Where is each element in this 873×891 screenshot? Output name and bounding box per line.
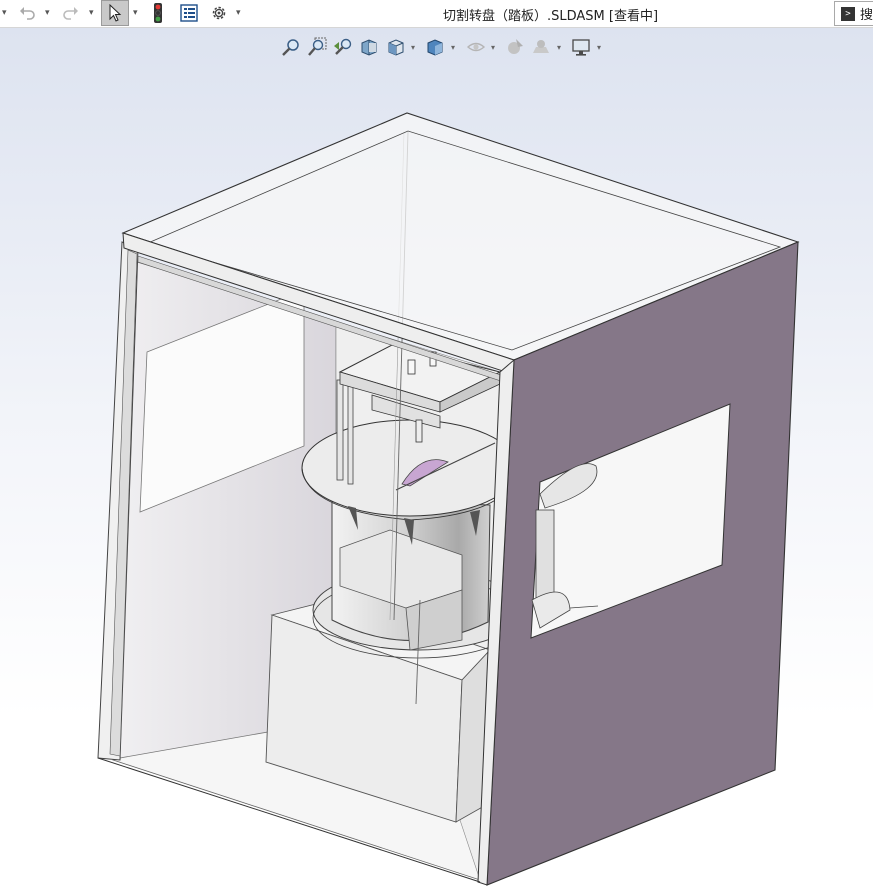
undo-icon[interactable]: [16, 2, 38, 24]
chevron-down-icon[interactable]: ▾: [133, 8, 138, 18]
property-list-icon[interactable]: [178, 2, 200, 24]
window-title: 切割转盘（踏板）.SLDASM [查看中]: [443, 9, 659, 24]
assembly-model-view[interactable]: [0, 28, 873, 891]
select-pointer-icon[interactable]: [101, 0, 129, 26]
gear-icon[interactable]: [207, 2, 231, 24]
traffic-light-icon[interactable]: [151, 2, 165, 24]
redo-icon[interactable]: [60, 2, 82, 24]
chevron-down-icon[interactable]: ▾: [45, 8, 50, 18]
chevron-down-icon[interactable]: ▾: [236, 8, 241, 18]
upper-turntable-disk: [301, 419, 519, 517]
title-bar: ▾ ▾ ▾ ▾ ▾ 切割转盘（踏板）.SLDASM [查看中] > 搜: [0, 0, 873, 28]
chevron-down-icon[interactable]: ▾: [89, 8, 94, 18]
command-prompt-icon: >: [841, 6, 855, 21]
support-post-left: [336, 379, 344, 481]
search-box[interactable]: > 搜: [834, 1, 873, 26]
chevron-down-icon[interactable]: ▾: [2, 8, 7, 18]
support-post-right: [347, 383, 354, 485]
search-label: 搜: [860, 8, 873, 23]
